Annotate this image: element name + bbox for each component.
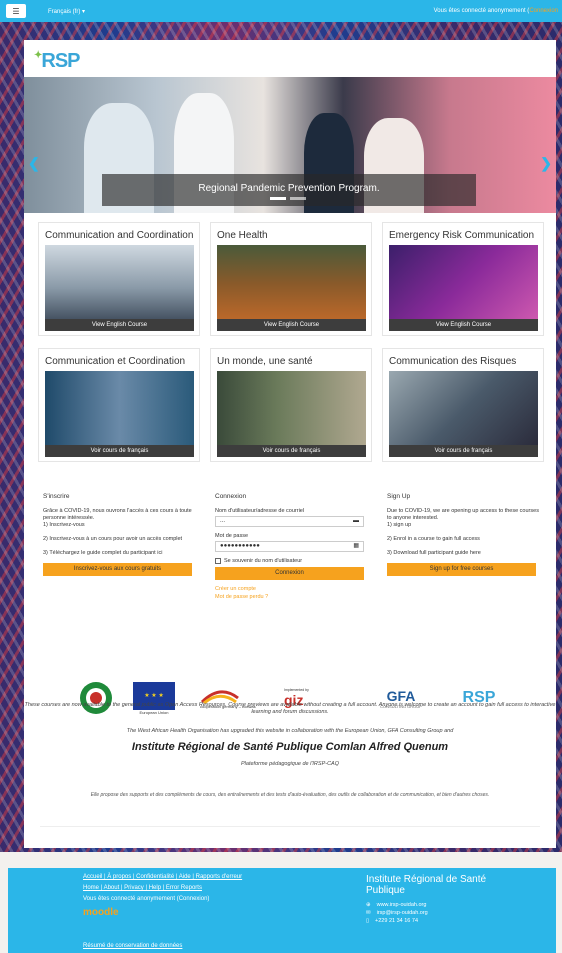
section-heading: Connexion — [215, 493, 247, 500]
carousel-indicator[interactable] — [270, 197, 286, 200]
signup-step[interactable]: 3) Téléchargez le guide complet du parti… — [43, 550, 195, 557]
phone-icon: ▯ — [366, 918, 370, 924]
signup-fr-section: S'inscrire Grâce à COVID-19, nous ouvron… — [43, 493, 195, 577]
footer-login-status[interactable]: Vous êtes connecté anonymement (Connexio… — [83, 896, 242, 902]
course-title: Communication et Coordination — [45, 356, 186, 367]
create-account-link[interactable]: Créer un compte — [215, 586, 367, 592]
course-image — [389, 245, 538, 323]
hamburger-icon[interactable]: ☰ — [6, 4, 26, 18]
forgot-password-link[interactable]: Mot de passe perdu ? — [215, 594, 367, 600]
username-label: Nom d'utilisateur/adresse de courriel — [215, 508, 305, 514]
section-heading: S'inscrire — [43, 493, 70, 500]
login-section: Connexion Nom d'utilisateur/adresse de c… — [215, 493, 367, 600]
view-course-button[interactable]: View English Course — [217, 319, 366, 331]
course-image — [217, 245, 366, 323]
course-title: One Health — [217, 230, 268, 241]
platform-text: Plateforme pédagogique de l'IRSP-CAQ — [241, 761, 339, 767]
signup-step: 2) Enrol in a course to gain full access — [387, 535, 480, 542]
course-title: Communication and Coordination — [45, 230, 194, 241]
footer-inst-title: Institute Régional de Santé Publique — [366, 874, 487, 896]
view-course-button[interactable]: Voir cours de français — [217, 445, 366, 457]
course-image — [217, 371, 366, 449]
email-row[interactable]: ✉ irsp@irsp-ouidah.org — [366, 910, 526, 916]
course-card[interactable]: Communication and Coordination View Engl… — [38, 222, 200, 336]
signup-free-courses-en-button[interactable]: Sign up for free courses — [387, 563, 536, 577]
main-content: ✦RSP ❮ ❯ Regional Pandemic Prevention Pr… — [24, 40, 556, 848]
password-reveal-icon[interactable]: ▦ — [353, 542, 359, 551]
checkbox[interactable] — [215, 558, 221, 564]
carousel-indicator[interactable] — [290, 197, 306, 200]
signup-step: 2) Inscrivez-vous à un cours pour avoir … — [43, 535, 183, 542]
view-course-button[interactable]: View English Course — [45, 319, 194, 331]
signup-step[interactable]: 3) Download full participant guide here — [387, 550, 539, 557]
language-selector[interactable]: Français (fr) ▾ — [48, 8, 85, 15]
course-title: Communication des Risques — [389, 356, 517, 367]
carousel-indicators — [270, 197, 306, 200]
view-course-button[interactable]: View English Course — [389, 319, 538, 331]
signup-free-courses-button[interactable]: Inscrivez-vous aux cours gratuits — [43, 563, 192, 577]
login-button[interactable]: Connexion — [215, 567, 364, 580]
collaboration-text: The West African Health Organisation has… — [126, 728, 454, 734]
username-field[interactable]: ... ▬ — [215, 516, 364, 527]
hero-caption: Regional Pandemic Prevention Program. — [102, 174, 476, 206]
course-title: Emergency Risk Communication — [389, 230, 535, 241]
description-text: Elle propose des supports et des complém… — [90, 792, 490, 798]
login-status: Vous êtes connecté anonymement (Connexio… — [433, 8, 558, 14]
course-image — [45, 371, 194, 449]
divider — [40, 826, 540, 827]
course-card[interactable]: Emergency Risk Communication View Englis… — [382, 222, 544, 336]
signup-step: 1) sign up — [387, 521, 412, 528]
moodle-logo[interactable]: moodle — [83, 907, 242, 918]
carousel-prev-icon[interactable]: ❮ — [28, 155, 40, 172]
footer-links-fr[interactable]: Accueil | À propos | Confidentialité | A… — [83, 874, 242, 880]
password-field[interactable]: ●●●●●●●●●●● ▦ — [215, 541, 364, 552]
footer-links: Accueil | À propos | Confidentialité | A… — [83, 874, 242, 923]
open-access-text: These courses are now available to the g… — [24, 702, 556, 716]
course-image — [45, 245, 194, 323]
carousel-next-icon[interactable]: ❯ — [540, 155, 552, 172]
course-card[interactable]: Un monde, une santé Voir cours de frança… — [210, 348, 372, 462]
keyboard-icon: ▬ — [353, 518, 359, 524]
phone-row: ▯ +229 21 34 16 74 — [366, 918, 419, 924]
signup-step: 1) Inscrivez-vous — [43, 521, 85, 528]
hero-carousel[interactable]: ❮ ❯ Regional Pandemic Prevention Program… — [24, 77, 556, 213]
globe-icon: ⊕ — [366, 902, 371, 908]
website-row[interactable]: ⊕ www.irsp-ouidah.org — [366, 902, 526, 908]
footer-links-en[interactable]: Home | About | Privacy | Help | Error Re… — [83, 885, 202, 891]
remember-username[interactable]: Se souvenir du nom d'utilisateur — [215, 558, 367, 564]
signup-en-section: Sign Up Due to COVID-19, we are opening … — [387, 493, 539, 577]
view-course-button[interactable]: Voir cours de français — [389, 445, 538, 457]
footer-contact: Institute Régional de Santé Publique ⊕ ww… — [366, 874, 526, 926]
signup-intro: Grâce à COVID-19, nous ouvrons l'accès à… — [43, 508, 192, 521]
irsp-logo[interactable]: ✦RSP — [34, 50, 81, 73]
view-course-button[interactable]: Voir cours de français — [45, 445, 194, 457]
institute-title: Institute Régional de Santé Publique Com… — [131, 741, 449, 753]
footer: Accueil | À propos | Confidentialité | A… — [8, 868, 556, 953]
signup-intro: Due to COVID-19, we are opening up acces… — [387, 508, 539, 521]
password-label: Mot de passe — [215, 533, 249, 539]
course-card[interactable]: One Health View English Course — [210, 222, 372, 336]
top-navbar: ☰ Français (fr) ▾ Vous êtes connecté ano… — [0, 0, 562, 22]
course-image — [389, 371, 538, 449]
course-title: Un monde, une santé — [217, 356, 313, 367]
login-link[interactable]: Connexion — [529, 8, 558, 14]
section-heading: Sign Up — [387, 493, 411, 500]
envelope-icon: ✉ — [366, 910, 371, 916]
data-retention-link[interactable]: Résumé de conservation de données — [83, 943, 182, 949]
course-card[interactable]: Communication des Risques Voir cours de … — [382, 348, 544, 462]
course-card[interactable]: Communication et Coordination Voir cours… — [38, 348, 200, 462]
